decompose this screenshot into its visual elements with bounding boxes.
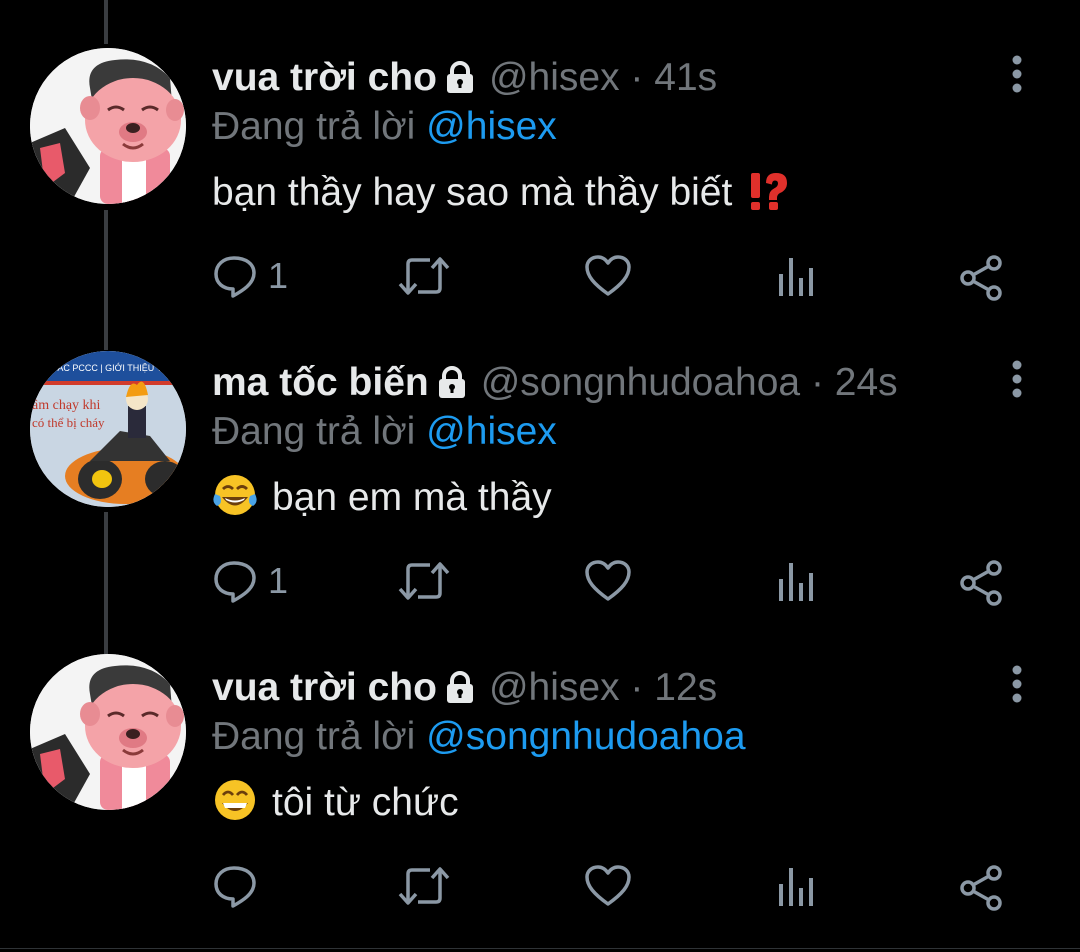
- avatar[interactable]: [30, 48, 186, 204]
- tweet-actions: 1: [212, 555, 1012, 607]
- retweet-button[interactable]: [396, 555, 456, 607]
- more-options-icon[interactable]: [1002, 662, 1032, 706]
- grinning-emoji: [212, 777, 258, 837]
- replying-to-label: Đang trả lời: [212, 105, 416, 148]
- user-handle[interactable]: @hisex: [489, 666, 620, 709]
- reply-mention-link[interactable]: @songnhudoahoa: [426, 715, 745, 758]
- replying-to-label: Đang trả lời: [212, 410, 416, 453]
- divider: [0, 948, 1080, 949]
- reply-button[interactable]: 1: [212, 555, 332, 607]
- reply-button[interactable]: 1: [212, 250, 332, 302]
- replying-to: Đang trả lời @songnhudoahoa: [212, 713, 746, 761]
- tweet-header: vua trời cho @hisex · 41s: [212, 52, 717, 108]
- user-handle[interactable]: @songnhudoahoa: [481, 361, 800, 404]
- tweet-text: bạn em mà thầy: [212, 472, 552, 532]
- avatar[interactable]: [30, 654, 186, 810]
- reply-count: 1: [268, 255, 289, 296]
- tweet-body: bạn em mà thầy: [272, 476, 552, 519]
- thread-line-top: [104, 0, 108, 44]
- like-button[interactable]: [584, 555, 634, 607]
- reply-count: 1: [268, 560, 289, 601]
- tweet-actions: 1: [212, 250, 1012, 302]
- retweet-button[interactable]: [396, 860, 456, 912]
- display-name[interactable]: vua trời cho: [212, 56, 437, 99]
- tweet-header: ma tốc biến @songnhudoahoa · 24s: [212, 357, 898, 413]
- thread-line-1: [104, 210, 108, 350]
- replying-to-label: Đang trả lời: [212, 715, 416, 758]
- avatar-caption-1: âm chạy khi: [32, 398, 101, 413]
- tweet-text: bạn thầy hay sao mà thầy biết: [212, 167, 803, 227]
- separator-dot: ·: [630, 666, 644, 709]
- reply-mention-link[interactable]: @hisex: [426, 410, 557, 453]
- more-options-icon[interactable]: [1002, 357, 1032, 401]
- share-button[interactable]: [958, 860, 1006, 912]
- user-handle[interactable]: @hisex: [489, 56, 620, 99]
- timestamp[interactable]: 41s: [654, 56, 717, 99]
- like-button[interactable]: [584, 250, 634, 302]
- tweet-actions: [212, 860, 1012, 912]
- tears-of-joy-emoji: [212, 472, 258, 532]
- lock-icon: [443, 56, 477, 108]
- tweet-body: tôi từ chức: [272, 781, 459, 824]
- avatar-banner-text: NG TÁC PCCC | GIỚI THIỆU TH: [36, 363, 169, 373]
- tweet-text: tôi từ chức: [212, 777, 459, 837]
- replying-to: Đang trả lời @hisex: [212, 408, 557, 456]
- analytics-button[interactable]: [774, 860, 818, 912]
- reply-mention-link[interactable]: @hisex: [426, 105, 557, 148]
- display-name[interactable]: vua trời cho: [212, 666, 437, 709]
- timestamp[interactable]: 24s: [835, 361, 898, 404]
- like-button[interactable]: [584, 860, 634, 912]
- more-options-icon[interactable]: [1002, 52, 1032, 96]
- lock-icon: [435, 361, 469, 413]
- thread-line-2: [104, 512, 108, 654]
- exclamation-question-icon: [745, 169, 789, 227]
- lock-icon: [443, 666, 477, 718]
- reply-button[interactable]: [212, 860, 332, 912]
- timestamp[interactable]: 12s: [654, 666, 717, 709]
- separator-dot: ·: [630, 56, 644, 99]
- analytics-button[interactable]: [774, 250, 818, 302]
- avatar-caption-2: có thể bị cháy: [32, 415, 105, 430]
- analytics-button[interactable]: [774, 555, 818, 607]
- tweet-body: bạn thầy hay sao mà thầy biết: [212, 171, 733, 214]
- display-name[interactable]: ma tốc biến: [212, 361, 429, 404]
- separator-dot: ·: [810, 361, 824, 404]
- tweet-header: vua trời cho @hisex · 12s: [212, 662, 717, 718]
- replying-to: Đang trả lời @hisex: [212, 103, 557, 151]
- share-button[interactable]: [958, 250, 1006, 302]
- avatar[interactable]: NG TÁC PCCC | GIỚI THIỆU TH âm chạy khi …: [30, 351, 186, 507]
- share-button[interactable]: [958, 555, 1006, 607]
- retweet-button[interactable]: [396, 250, 456, 302]
